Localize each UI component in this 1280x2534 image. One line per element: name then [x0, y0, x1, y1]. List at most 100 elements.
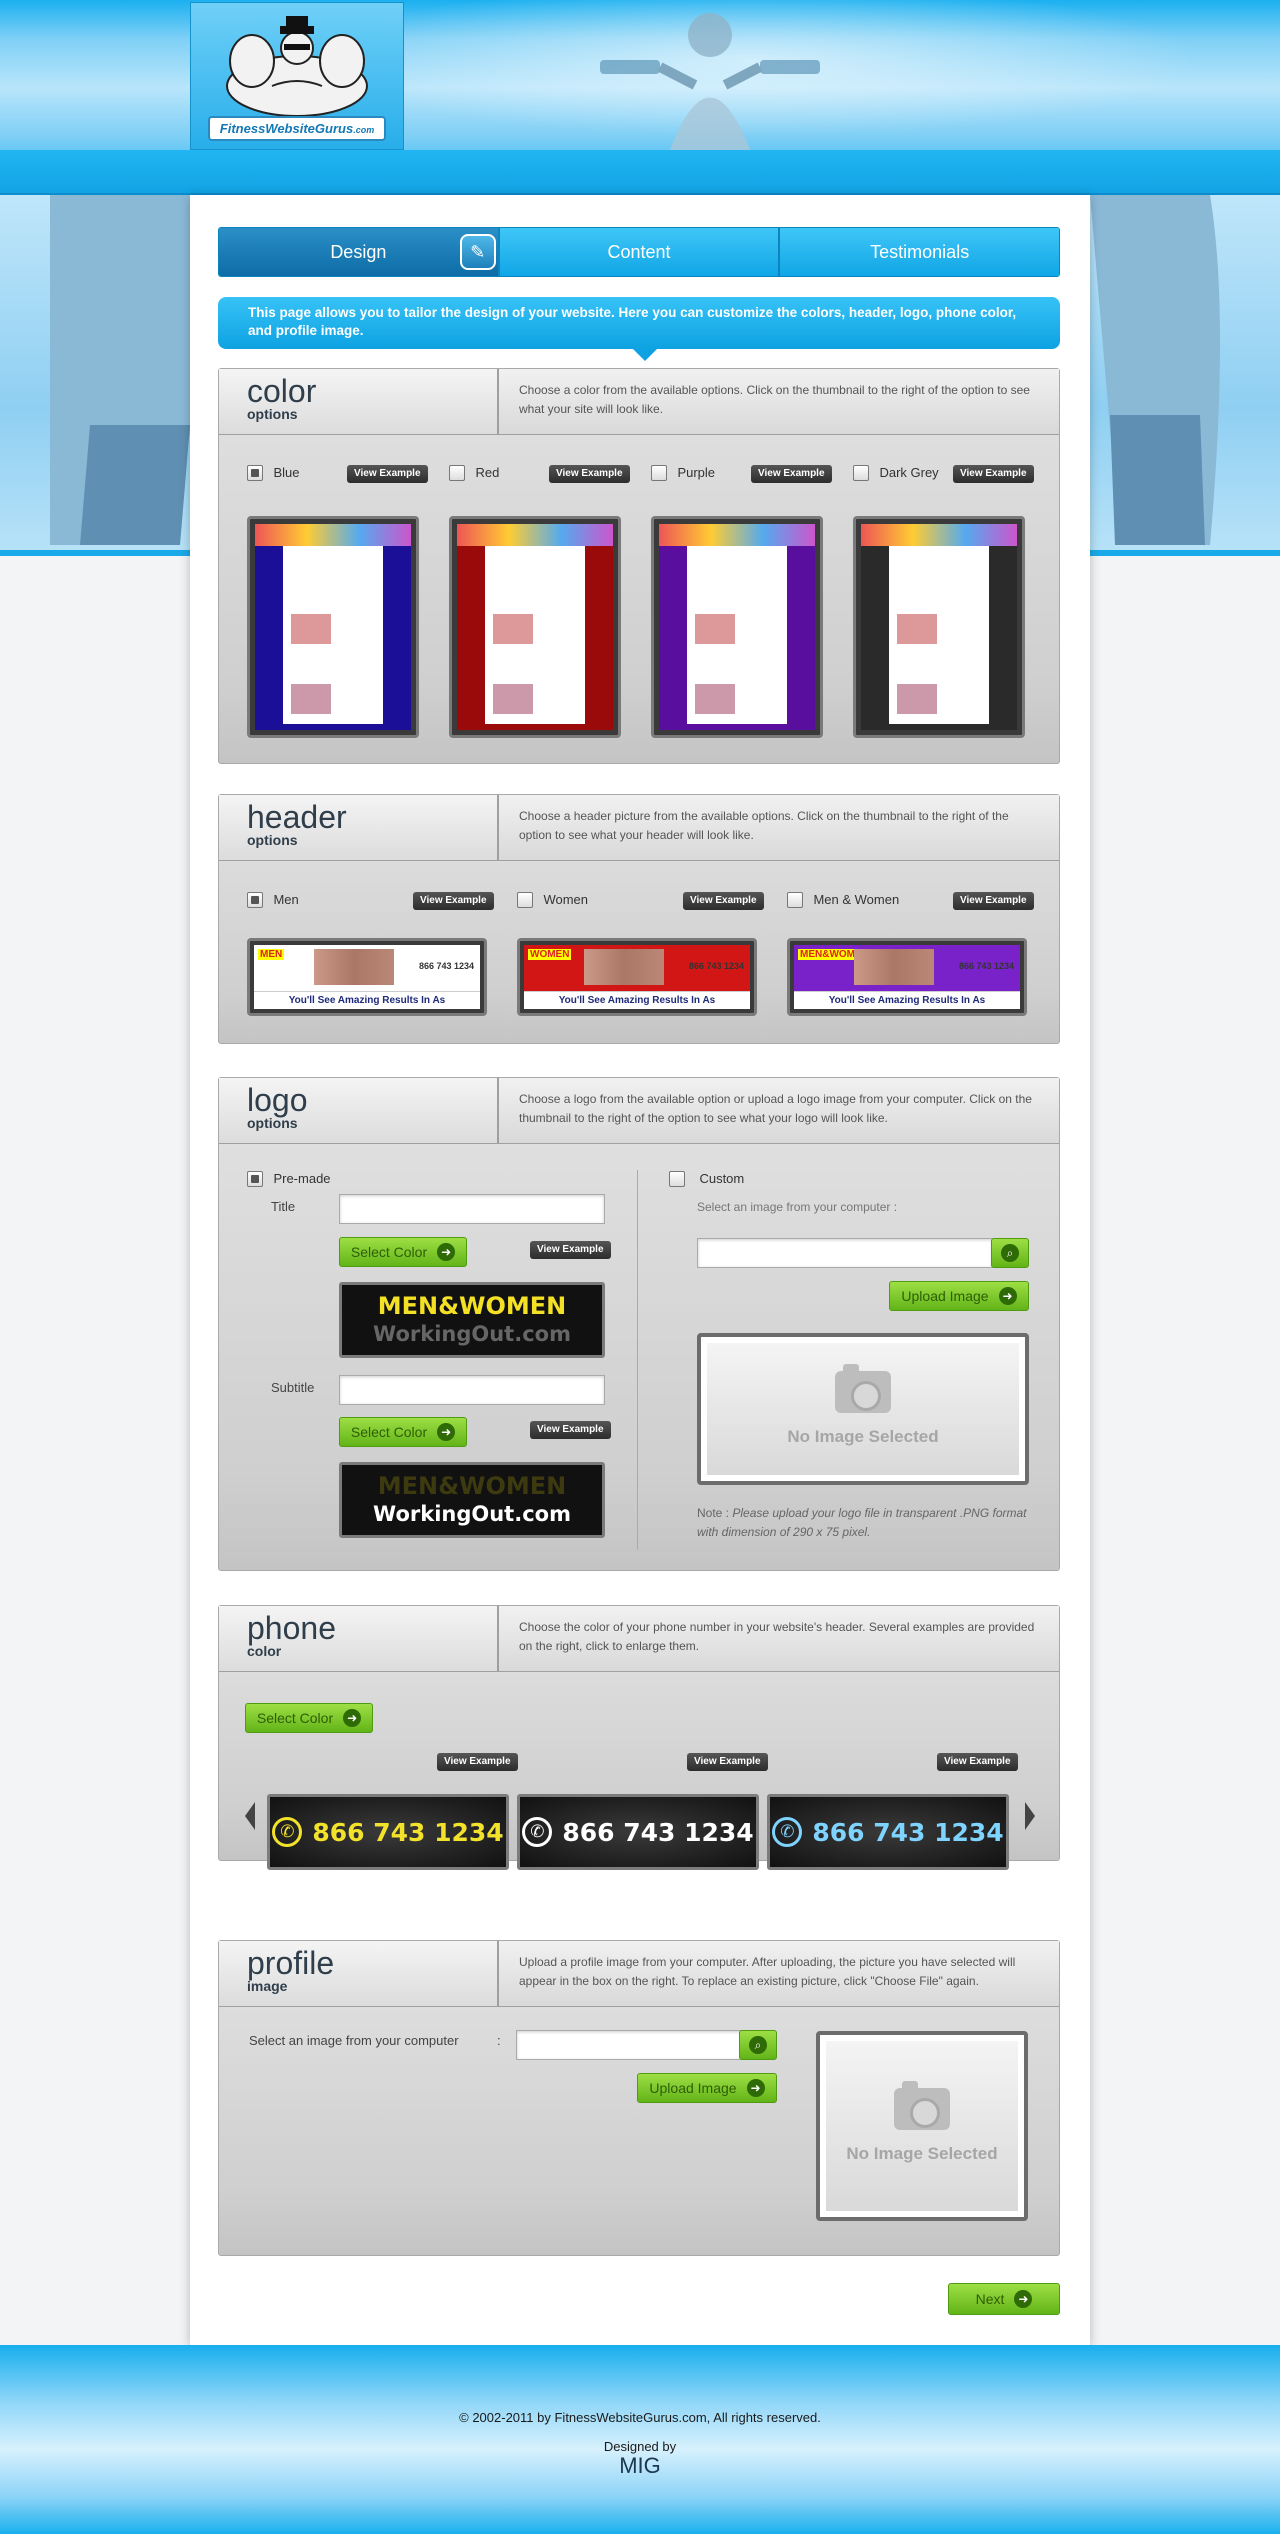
color-thumbnail[interactable] [853, 516, 1025, 738]
custom-option[interactable]: Custom [669, 1170, 744, 1188]
logo-upload-button[interactable]: Upload Image ➜ [889, 1281, 1029, 1311]
premade-option[interactable]: Pre-made [247, 1170, 331, 1188]
color-option-checkbox[interactable] [651, 464, 667, 481]
color-option-3[interactable]: Dark Grey [853, 464, 939, 482]
profile-browse-button[interactable]: ⌕ [739, 2030, 777, 2060]
color-view-example-button[interactable]: View Example [953, 465, 1034, 483]
logo-sample2-line1: MEN&WOMEN [377, 1472, 567, 1500]
color-thumbnail[interactable] [651, 516, 823, 738]
logo-subtitle: options [247, 1115, 298, 1131]
tab-testimonials[interactable]: Testimonials [778, 228, 1059, 276]
profile-subtitle: image [247, 1978, 288, 1994]
header-option-1[interactable]: Women [517, 891, 588, 909]
logo-upload-label: Upload Image [901, 1288, 989, 1304]
phone-sample-1[interactable]: ✆ 866 743 1234 [517, 1794, 759, 1870]
color-option-2[interactable]: Purple [651, 464, 715, 482]
header-option-checkbox[interactable] [247, 891, 263, 908]
logo-subtitle-view-example-button[interactable]: View Example [530, 1421, 611, 1439]
title-select-color-button[interactable]: Select Color ➜ [339, 1237, 467, 1267]
phone-sample-2[interactable]: ✆ 866 743 1234 [767, 1794, 1009, 1870]
phone-select-color-button[interactable]: Select Color ➜ [245, 1703, 373, 1733]
logo-subtitle-sample[interactable]: MEN&WOMEN WorkingOut.com [339, 1462, 605, 1538]
bodybuilder-mascot-icon [226, 16, 368, 116]
logo-wordmark-text: FitnessWebsiteGurus [219, 121, 354, 136]
left-side-photo [0, 195, 200, 550]
phone-section-header: phone color Choose the color of your pho… [219, 1606, 1059, 1672]
logo-subtitle-input[interactable] [339, 1375, 605, 1405]
header-option-0[interactable]: Men [247, 891, 299, 909]
header-view-example-button[interactable]: View Example [683, 892, 764, 910]
color-view-example-button[interactable]: View Example [751, 465, 832, 483]
custom-checkbox[interactable] [669, 1170, 685, 1187]
thumbnail-photo [897, 684, 937, 714]
header-view-example-button[interactable]: View Example [413, 892, 494, 910]
color-view-example-button[interactable]: View Example [347, 465, 428, 483]
next-button[interactable]: Next ➜ [948, 2283, 1060, 2315]
tab-content[interactable]: Content [497, 228, 779, 276]
color-title: color [247, 373, 317, 409]
color-thumbnail[interactable] [247, 516, 419, 738]
header-thumb-tagline: You'll See Amazing Results In As [524, 991, 750, 1009]
color-option-1[interactable]: Red [449, 464, 499, 482]
header-view-example-button[interactable]: View Example [953, 892, 1034, 910]
phone-title: phone [247, 1610, 336, 1646]
color-thumbnail-preview [861, 524, 1017, 730]
carousel-next-arrow-icon[interactable] [1025, 1802, 1035, 1830]
header-option-label: Men & Women [813, 892, 900, 908]
color-option-checkbox[interactable] [853, 464, 869, 481]
color-section-header: color options Choose a color from the av… [219, 369, 1059, 435]
logo-divider [637, 1170, 638, 1550]
phone-section-title: phone color [219, 1606, 499, 1671]
carousel-prev-arrow-icon[interactable] [245, 1802, 255, 1830]
color-option-checkbox[interactable] [247, 464, 263, 481]
footer-designer[interactable]: MIG [0, 2453, 1280, 2479]
tab-testimonials-label: Testimonials [870, 241, 970, 262]
profile-upload-label: Upload Image [649, 2080, 737, 2096]
site-logo[interactable]: FitnessWebsiteGurus.com [190, 2, 404, 150]
logo-browse-button[interactable]: ⌕ [991, 1238, 1029, 1268]
header-thumbnail[interactable]: MEN&WOMEN 866 743 1234 You'll See Amazin… [787, 938, 1027, 1016]
color-thumbnail[interactable] [449, 516, 621, 738]
color-view-example-button[interactable]: View Example [549, 465, 630, 483]
camera-icon [894, 2081, 950, 2130]
thumbnail-banner [861, 524, 1017, 546]
logo-title-sample[interactable]: MEN&WOMEN WorkingOut.com [339, 1282, 605, 1358]
color-option-label: Red [475, 465, 500, 481]
header-thumb-phone: 866 743 1234 [688, 961, 744, 971]
logo-title-view-example-button[interactable]: View Example [530, 1241, 611, 1259]
phone-view-example-button[interactable]: View Example [937, 1753, 1018, 1771]
color-thumbnail-preview [255, 524, 411, 730]
header-description: Choose a header picture from the availab… [519, 809, 1009, 842]
phone-view-example-button[interactable]: View Example [437, 1753, 518, 1771]
header-option-checkbox[interactable] [787, 891, 803, 908]
profile-preview-box: No Image Selected [816, 2031, 1028, 2221]
phone-view-example-button[interactable]: View Example [687, 1753, 768, 1771]
thumbnail-photo [493, 614, 533, 644]
search-icon: ⌕ [1001, 1244, 1019, 1262]
header-thumbnail[interactable]: WOMEN 866 743 1234 You'll See Amazing Re… [517, 938, 757, 1016]
logo-title-input[interactable] [339, 1194, 605, 1224]
logo-no-image-text: No Image Selected [787, 1427, 939, 1446]
profile-no-image-text: No Image Selected [846, 2144, 998, 2163]
profile-upload-button[interactable]: Upload Image ➜ [637, 2073, 777, 2103]
header-section-header: header options Choose a header picture f… [219, 795, 1059, 861]
logo-file-input[interactable] [697, 1238, 993, 1268]
color-option-0[interactable]: Blue [247, 464, 299, 482]
subtitle-select-color-button[interactable]: Select Color ➜ [339, 1417, 467, 1447]
premade-checkbox[interactable] [247, 1170, 263, 1187]
main-panel: Design ✎ Content Testimonials This page … [190, 195, 1090, 2345]
thumbnail-photo [493, 684, 533, 714]
header-thumbnail[interactable]: MEN 866 743 1234 You'll See Amazing Resu… [247, 938, 487, 1016]
header-option-2[interactable]: Men & Women [787, 891, 899, 909]
color-option-checkbox[interactable] [449, 464, 465, 481]
header-option-checkbox[interactable] [517, 891, 533, 908]
header-thumb-photo [584, 949, 664, 985]
tab-design[interactable]: Design ✎ [219, 228, 498, 276]
header-thumb-tagline: You'll See Amazing Results In As [254, 991, 480, 1009]
thumbnail-photo [695, 684, 735, 714]
tab-design-label: Design [330, 241, 387, 262]
header-thumb-photo [854, 949, 934, 985]
profile-file-input[interactable] [516, 2030, 742, 2060]
logo-description: Choose a logo from the available option … [519, 1092, 1032, 1125]
phone-sample-0[interactable]: ✆ 866 743 1234 [267, 1794, 509, 1870]
